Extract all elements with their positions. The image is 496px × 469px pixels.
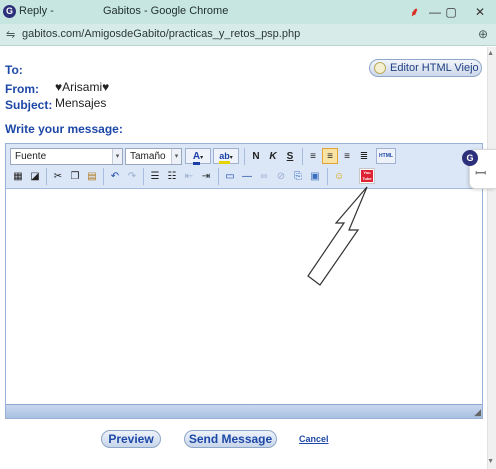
html-source-button[interactable]: HTML [376,148,396,164]
toolbar-divider [327,168,328,185]
extension-side-tab[interactable]: G ꟷ [462,149,496,189]
address-bar[interactable]: ⇋ gabitos.com/AmigosdeGabito/practicas_y… [0,24,496,46]
insert-box-icon[interactable]: ▭ [222,168,238,184]
underline-button[interactable]: S [282,148,298,164]
align-justify-icon[interactable]: ≣ [356,148,372,164]
chevron-down-icon: ▾ [112,149,122,164]
editor-toolbar: Fuente ▾ Tamaño ▾ A▾ ab▾ N K S ≡ ≡ ≡ ≣ H… [6,144,482,189]
site-info-icon[interactable]: ⇋ [6,28,15,41]
text-color-button[interactable]: A▾ [185,148,211,165]
toolbar-divider [302,148,303,165]
maximize-button[interactable]: ▢ [442,3,460,21]
copy-icon[interactable]: ❐ [67,168,83,184]
rich-text-editor[interactable]: Fuente ▾ Tamaño ▾ A▾ ab▾ N K S ≡ ≡ ≡ ≣ H… [5,143,483,419]
from-label: From: [5,82,39,96]
cut-icon[interactable]: ✂ [50,168,66,184]
zoom-icon[interactable]: ⊕ [478,27,488,41]
bulleted-list-icon[interactable]: ☷ [164,168,180,184]
toolbar-divider [46,168,47,185]
align-center-icon[interactable]: ≡ [322,148,338,164]
numbered-list-icon[interactable]: ☰ [147,168,163,184]
toolbar-divider [143,168,144,185]
pointer-arrow-annotation [307,186,368,286]
send-message-button[interactable]: Send Message [184,430,277,448]
to-label: To: [5,63,23,77]
subject-label: Subject: [5,98,53,112]
scroll-up-icon[interactable]: ▲ [487,50,494,57]
emoticon-icon[interactable]: ☺ [331,168,347,184]
undo-icon[interactable]: ↶ [107,168,123,184]
outdent-icon[interactable]: ⇤ [181,168,197,184]
compose-prompt: Write your message: [5,122,123,136]
preview-button[interactable]: Preview [101,430,161,448]
align-right-icon[interactable]: ≡ [339,148,355,164]
redo-icon[interactable]: ↷ [124,168,140,184]
resize-handle-icon[interactable]: ◢ [474,407,481,418]
toolbar-divider [244,148,245,165]
gabitos-logo-icon: G [3,5,16,18]
old-html-editor-button[interactable]: Editor HTML Viejo [369,59,482,77]
align-left-icon[interactable]: ≡ [305,148,321,164]
pin-icon[interactable]: ⸙ [410,3,419,20]
close-button[interactable]: ✕ [471,3,489,21]
chevron-down-icon: ▾ [171,149,181,164]
paste-icon[interactable]: ▤ [84,168,100,184]
indent-icon[interactable]: ⇥ [198,168,214,184]
pin-sidebar-icon: ꟷ [475,165,487,181]
window-title: Gabitos - Google Chrome [103,5,229,17]
subject-value: Mensajes [55,96,107,110]
attachment-icon[interactable]: ⎘ [290,168,306,184]
old-html-editor-label: Editor HTML Viejo [390,62,479,74]
editor-statusbar [6,404,482,418]
scroll-down-icon[interactable]: ▼ [487,458,494,465]
window-tab-label: Reply - [19,5,54,17]
from-value: ♥Arisami♥ [55,80,110,94]
table-icon[interactable]: ▦ [10,168,26,184]
bold-button[interactable]: N [248,148,264,164]
toolbar-divider [103,168,104,185]
horizontal-rule-icon[interactable]: — [239,168,255,184]
italic-button[interactable]: K [265,148,281,164]
editor-toggle-icon [374,62,386,74]
highlight-color-button[interactable]: ab▾ [213,148,239,164]
size-select[interactable]: Tamaño ▾ [125,148,182,165]
address-url[interactable]: gabitos.com/AmigosdeGabito/practicas_y_r… [22,28,300,40]
toolbar-divider [218,168,219,185]
window-titlebar: G Reply - Gabitos - Google Chrome ⸙ — ▢ … [0,0,496,24]
youtube-icon[interactable]: You Tube [359,168,375,184]
link-icon[interactable]: ∞ [256,168,272,184]
page-scrollbar[interactable] [487,47,496,469]
cancel-link[interactable]: Cancel [299,434,329,444]
eraser-icon[interactable]: ◪ [27,168,43,184]
font-select[interactable]: Fuente ▾ [10,148,123,165]
unlink-icon[interactable]: ⊘ [273,168,289,184]
image-icon[interactable]: ▣ [307,168,323,184]
